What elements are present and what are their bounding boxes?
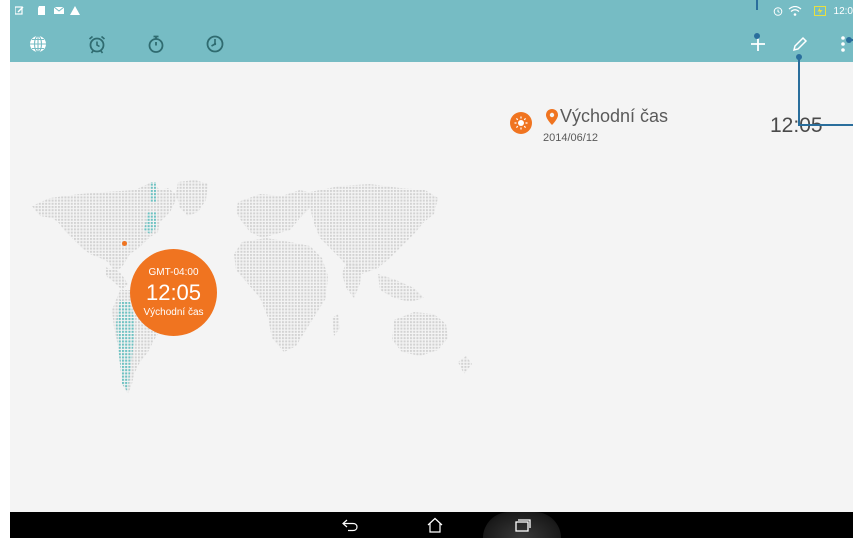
edit-button-callout-horizontal bbox=[798, 124, 853, 126]
edit-notification-icon bbox=[14, 6, 24, 15]
edit-button-callout-line bbox=[798, 57, 800, 125]
back-button[interactable] bbox=[335, 515, 365, 535]
alarm-tab[interactable] bbox=[85, 32, 109, 56]
city-time: 12:05 bbox=[770, 114, 823, 137]
mail-icon bbox=[53, 6, 65, 15]
globe-icon bbox=[30, 35, 46, 53]
action-bar bbox=[10, 24, 853, 62]
navigation-bar bbox=[10, 512, 853, 538]
bubble-timezone: GMT-04:00 bbox=[148, 267, 199, 278]
city-location-marker bbox=[122, 241, 127, 246]
recent-apps-icon bbox=[515, 519, 531, 532]
timer-tab[interactable] bbox=[203, 32, 227, 56]
timer-icon bbox=[206, 35, 224, 53]
alarm-icon bbox=[773, 6, 783, 16]
home-button[interactable] bbox=[420, 515, 450, 535]
edit-button[interactable] bbox=[788, 32, 812, 56]
warning-icon bbox=[70, 6, 80, 15]
more-options-button[interactable] bbox=[831, 32, 853, 56]
city-time-bubble[interactable]: GMT-04:00 12:05 Východní čas bbox=[130, 249, 217, 336]
world-clock-tab[interactable] bbox=[26, 32, 50, 56]
add-button-callout bbox=[756, 0, 758, 10]
battery-charging-icon bbox=[814, 6, 826, 16]
clock-app-screen: 12:0 GMT-04:00 12:05 Východní čas Východ… bbox=[10, 0, 853, 538]
edit-icon bbox=[792, 36, 808, 52]
add-button-callout-dot bbox=[754, 33, 760, 39]
more-options-icon bbox=[841, 36, 845, 52]
home-icon bbox=[427, 517, 443, 533]
stopwatch-tab[interactable] bbox=[144, 32, 168, 56]
bubble-time: 12:05 bbox=[145, 280, 202, 305]
sd-card-icon bbox=[37, 6, 46, 15]
alarm-clock-icon bbox=[88, 35, 106, 54]
stopwatch-icon bbox=[148, 35, 164, 53]
location-pin-icon bbox=[546, 109, 558, 130]
city-name[interactable]: Východní čas bbox=[560, 106, 668, 127]
daytime-sun-icon bbox=[510, 112, 532, 134]
city-date: 2014/06/12 bbox=[543, 132, 599, 144]
wifi-icon bbox=[788, 5, 802, 16]
bubble-city-name: Východní čas bbox=[143, 307, 204, 318]
recent-apps-button[interactable] bbox=[507, 515, 537, 535]
status-bar-time: 12:0 bbox=[833, 6, 853, 17]
more-options-callout-line bbox=[849, 39, 853, 41]
status-bar: 12:0 bbox=[10, 0, 853, 24]
world-clock-content: GMT-04:00 12:05 Východní čas Východní ča… bbox=[10, 62, 853, 512]
back-icon bbox=[342, 519, 358, 532]
